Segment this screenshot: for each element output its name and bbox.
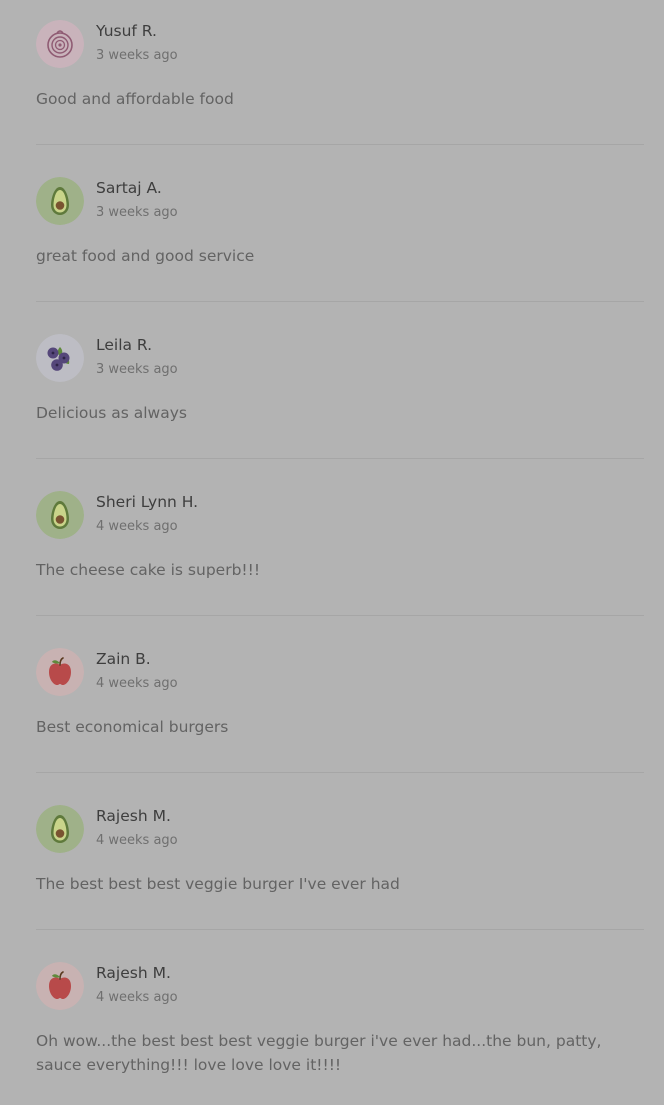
review-time: 4 weeks ago xyxy=(96,519,178,534)
review-time: 4 weeks ago xyxy=(96,990,178,1005)
blueberries-icon xyxy=(36,334,84,382)
apple-icon xyxy=(36,648,84,696)
apple-icon xyxy=(36,962,84,1010)
avocado-icon xyxy=(36,491,84,539)
review-text: The best best best veggie burger I've ev… xyxy=(36,875,400,893)
review-item: Leila R. 3 weeks ago Delicious as always xyxy=(36,314,644,471)
review-text: Delicious as always xyxy=(36,404,187,422)
reviewer-name: Yusuf R. xyxy=(96,22,157,40)
avatar xyxy=(36,962,84,1010)
review-time: 3 weeks ago xyxy=(96,362,178,377)
review-text: great food and good service xyxy=(36,247,255,265)
reviewer-name: Leila R. xyxy=(96,336,153,354)
reviewer-name: Zain B. xyxy=(96,650,151,668)
divider xyxy=(36,301,644,302)
divider xyxy=(36,458,644,459)
reviewer-name: Rajesh M. xyxy=(96,964,171,982)
avatar xyxy=(36,334,84,382)
reviewer-name: Sheri Lynn H. xyxy=(96,493,199,511)
avatar xyxy=(36,491,84,539)
review-text: Oh wow...the best best best veggie burge… xyxy=(36,1032,602,1074)
review-time: 3 weeks ago xyxy=(96,48,178,63)
avatar xyxy=(36,805,84,853)
review-item: Rajesh M. 4 weeks ago The best best best… xyxy=(36,785,644,942)
reviewer-name: Rajesh M. xyxy=(96,807,171,825)
divider xyxy=(36,772,644,773)
review-item: Zain B. 4 weeks ago Best economical burg… xyxy=(36,628,644,785)
avatar xyxy=(36,20,84,68)
divider xyxy=(36,929,644,930)
review-item: Rajesh M. 4 weeks ago Oh wow...the best … xyxy=(36,942,644,1099)
divider xyxy=(36,144,644,145)
avocado-icon xyxy=(36,177,84,225)
reviewer-name: Sartaj A. xyxy=(96,179,162,197)
review-item: Yusuf R. 3 weeks ago Good and affordable… xyxy=(36,0,644,157)
review-time: 3 weeks ago xyxy=(96,205,178,220)
avocado-icon xyxy=(36,805,84,853)
review-time: 4 weeks ago xyxy=(96,833,178,848)
review-text: The cheese cake is superb!!! xyxy=(36,561,261,579)
review-text: Good and affordable food xyxy=(36,90,234,108)
review-text: Best economical burgers xyxy=(36,718,229,736)
divider xyxy=(36,615,644,616)
avatar xyxy=(36,177,84,225)
review-item: Sheri Lynn H. 4 weeks ago The cheese cak… xyxy=(36,471,644,628)
onion-icon xyxy=(36,20,84,68)
avatar xyxy=(36,648,84,696)
review-time: 4 weeks ago xyxy=(96,676,178,691)
review-item: Sartaj A. 3 weeks ago great food and goo… xyxy=(36,157,644,314)
reviews-list: Yusuf R. 3 weeks ago Good and affordable… xyxy=(0,0,664,1105)
